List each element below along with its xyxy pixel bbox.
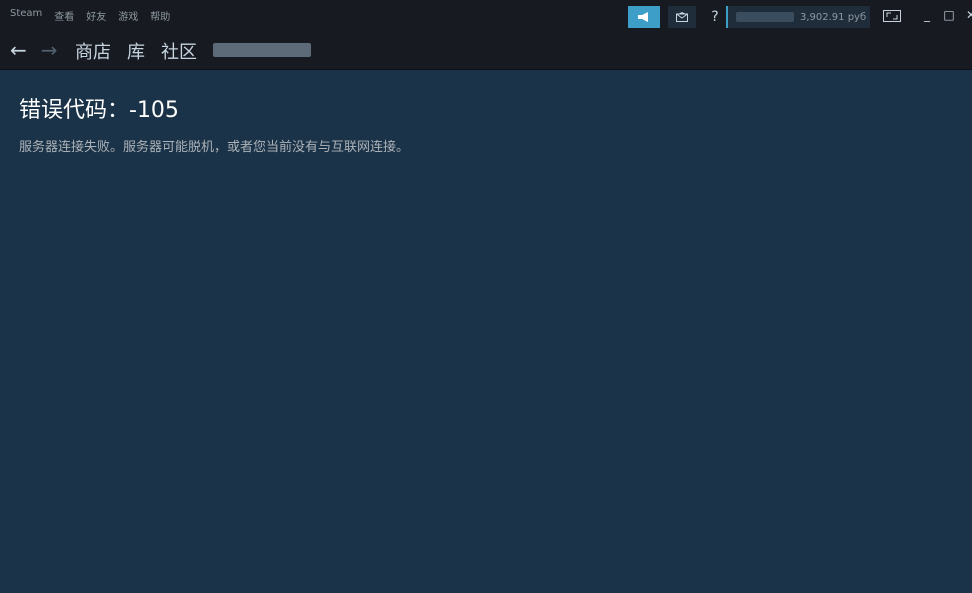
account-menu[interactable]: 3,902.91 руб [726,6,870,28]
notifications-button[interactable] [668,6,696,28]
envelope-icon [676,12,688,22]
title-bar-controls: ? 3,902.91 руб _ □ ✕ [612,0,972,32]
error-message: 服务器连接失败。服务器可能脱机，或者您当前没有与互联网连接。 [19,140,410,155]
close-button[interactable]: ✕ [964,8,972,22]
menu-item-steam[interactable]: Steam [10,8,42,23]
nav-profile-redacted[interactable] [213,43,311,57]
megaphone-icon [638,12,648,22]
wallet-balance: 3,902.91 руб [800,11,867,23]
steam-window: Steam 查看 好友 游戏 帮助 ? 3,902.91 руб _ □ ✕ ←… [0,0,972,593]
maximize-button[interactable]: □ [942,8,956,22]
error-content: 错误代码：-105 服务器连接失败。服务器可能脱机，或者您当前没有与互联网连接。 [19,92,409,155]
nav-links: 商店 库 社区 [75,38,311,64]
menu-item-help[interactable]: 帮助 [150,8,170,23]
nav-store[interactable]: 商店 [75,38,111,64]
help-button[interactable]: ? [704,6,726,28]
nav-arrows: ← → [10,38,58,62]
forward-arrow-icon[interactable]: → [41,38,58,62]
menu-item-friends[interactable]: 好友 [86,8,106,23]
big-picture-button[interactable] [882,8,902,24]
title-bar: Steam 查看 好友 游戏 帮助 ? 3,902.91 руб _ □ ✕ [0,0,972,32]
menu-item-view[interactable]: 查看 [54,8,74,23]
back-arrow-icon[interactable]: ← [10,38,27,62]
account-name-redacted [736,12,794,22]
window-controls: _ □ ✕ [920,8,972,22]
nav-community[interactable]: 社区 [161,38,197,64]
error-title: 错误代码：-105 [19,98,179,123]
menu-item-games[interactable]: 游戏 [118,8,138,23]
minimize-button[interactable]: _ [920,8,934,22]
menu-bar: Steam 查看 好友 游戏 帮助 [10,8,170,23]
nav-bar: ← → 商店 库 社区 [0,32,972,70]
broadcast-button[interactable] [628,6,660,28]
big-picture-icon [883,10,901,22]
nav-library[interactable]: 库 [127,38,145,64]
